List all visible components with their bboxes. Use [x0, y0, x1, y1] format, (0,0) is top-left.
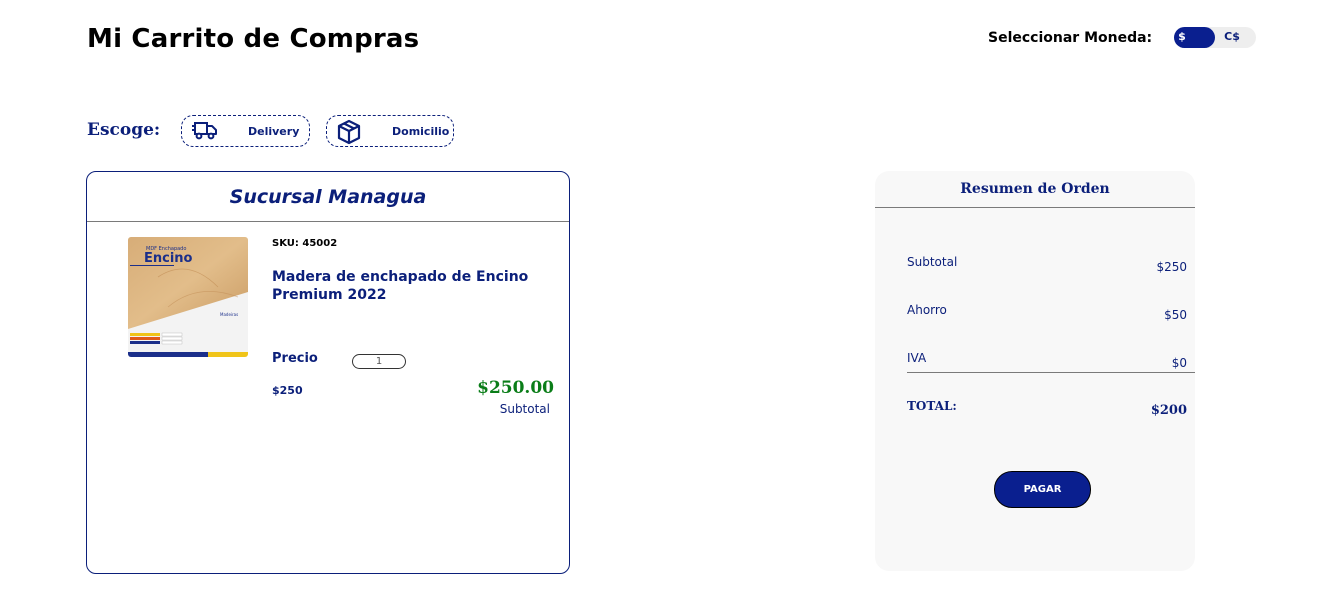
card-divider [87, 221, 569, 222]
product-name[interactable]: Madera de enchapado de Encino Premium 20… [272, 268, 557, 304]
quantity-input[interactable]: 1 [352, 354, 406, 369]
total-value: $200 [1150, 403, 1187, 418]
product-sku: SKU: 45002 [272, 238, 338, 249]
domicilio-option-button[interactable]: Domicilio [326, 115, 454, 147]
page-title: Mi Carrito de Compras [87, 24, 420, 54]
line-total: $250.00 [477, 378, 554, 398]
truck-icon [192, 122, 217, 140]
cart-card: Sucursal Managua MDF Enchapado Encino Ma… [86, 171, 570, 574]
box-icon [337, 119, 361, 145]
image-brand: Encino [144, 251, 193, 266]
domicilio-label: Domicilio [392, 125, 450, 138]
branch-title: Sucursal Managua [229, 186, 427, 208]
summary-value: $0 [1171, 356, 1187, 370]
unit-price: $250 [272, 384, 303, 397]
summary-title: Resumen de Orden [960, 181, 1110, 197]
total-divider [907, 372, 1195, 373]
currency-option-usd[interactable]: $ [1178, 30, 1186, 43]
currency-option-cordoba[interactable]: C$ [1224, 30, 1240, 43]
order-summary: Resumen de Orden Subtotal $250 Ahorro $5… [875, 171, 1195, 571]
price-label: Precio [272, 351, 318, 366]
delivery-label: Delivery [248, 125, 300, 138]
currency-label: Seleccionar Moneda: [988, 29, 1153, 46]
summary-label: IVA [907, 351, 927, 365]
summary-value: $250 [1156, 260, 1187, 274]
product-image[interactable]: MDF Enchapado Encino Madeiras [128, 237, 248, 357]
image-variant: Madeiras [220, 312, 238, 317]
currency-toggle[interactable]: $ C$ [1174, 27, 1257, 48]
delivery-option-button[interactable]: Delivery [181, 115, 310, 147]
summary-label: Subtotal [907, 255, 958, 269]
line-total-label: Subtotal [499, 402, 550, 416]
total-label: TOTAL: [907, 399, 957, 413]
summary-label: Ahorro [907, 303, 947, 317]
summary-divider [875, 207, 1195, 208]
currency-selector: Seleccionar Moneda: $ C$ [988, 27, 1257, 48]
summary-value: $50 [1164, 308, 1187, 322]
shipping-label: Escoge: [87, 120, 161, 140]
pay-button[interactable]: PAGAR [994, 471, 1091, 508]
